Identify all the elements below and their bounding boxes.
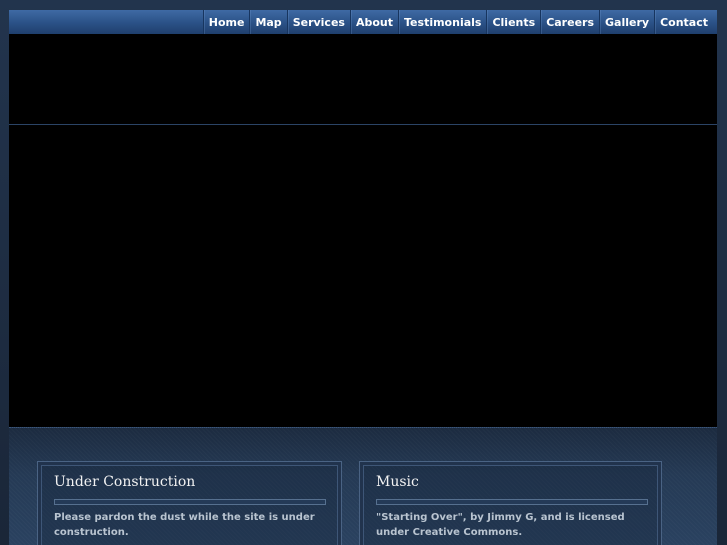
nav-item-services[interactable]: Services (286, 10, 350, 34)
music-panel: Music "Starting Over", by Jimmy G, and i… (359, 461, 662, 545)
under-construction-title: Under Construction (54, 474, 196, 490)
nav-item-home[interactable]: Home (202, 10, 250, 34)
nav-item-contact[interactable]: Contact (654, 10, 713, 34)
nav-item-about[interactable]: About (349, 10, 398, 34)
banner-area (9, 125, 717, 427)
header-area (9, 34, 717, 125)
nav-item-gallery[interactable]: Gallery (599, 10, 654, 34)
nav-item-careers[interactable]: Careers (540, 10, 599, 34)
content-section: Under Construction Please pardon the dus… (9, 427, 717, 545)
nav-item-map[interactable]: Map (249, 10, 286, 34)
under-construction-divider (54, 499, 326, 505)
nav-menu: Home Map Services About Testimonials Cli… (202, 10, 713, 34)
music-text: "Starting Over", by Jimmy G, and is lice… (376, 512, 625, 538)
music-divider (376, 499, 648, 505)
under-construction-panel: Under Construction Please pardon the dus… (37, 461, 342, 545)
under-construction-text: Please pardon the dust while the site is… (54, 512, 315, 538)
music-title: Music (376, 474, 419, 490)
main-navigation: Home Map Services About Testimonials Cli… (9, 10, 717, 35)
page: Home Map Services About Testimonials Cli… (0, 0, 727, 545)
nav-item-clients[interactable]: Clients (486, 10, 540, 34)
nav-item-testimonials[interactable]: Testimonials (398, 10, 486, 34)
site-frame: Home Map Services About Testimonials Cli… (9, 10, 717, 545)
